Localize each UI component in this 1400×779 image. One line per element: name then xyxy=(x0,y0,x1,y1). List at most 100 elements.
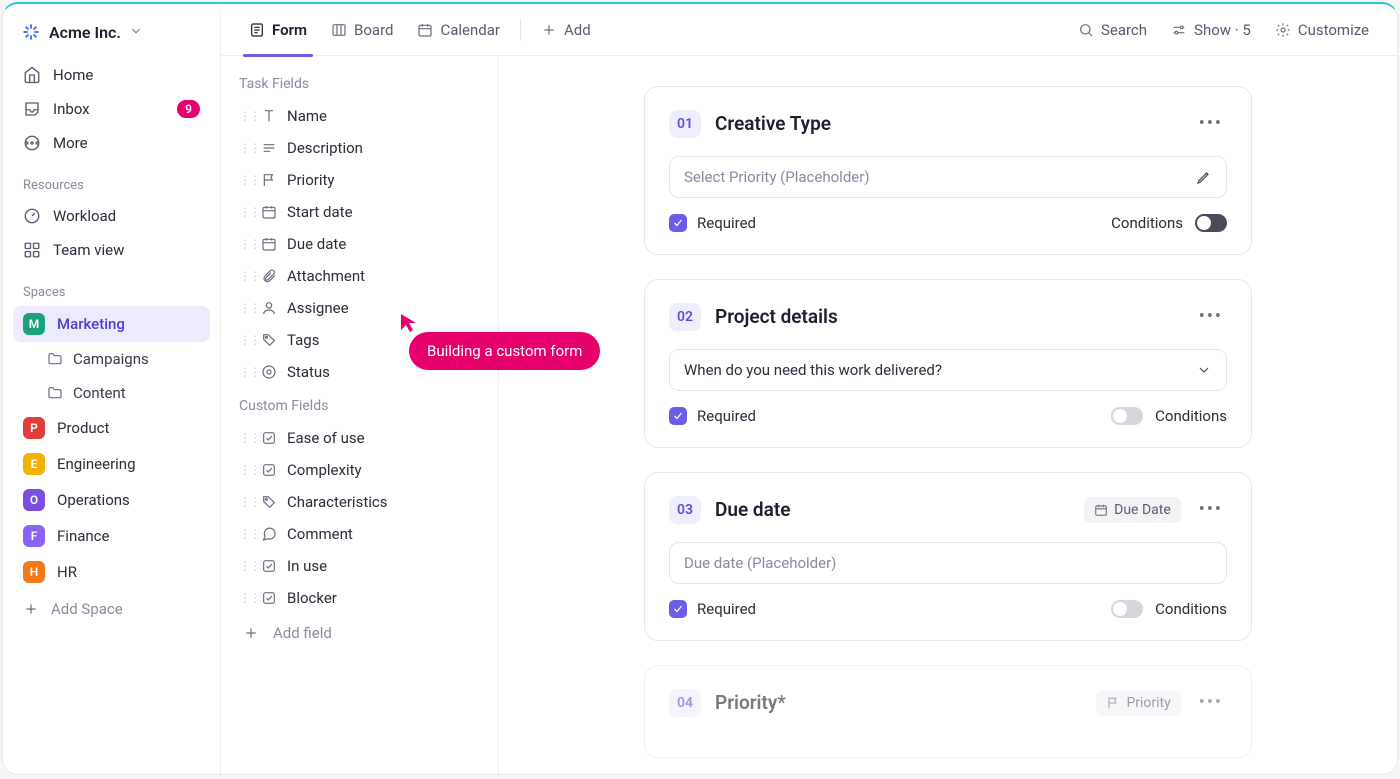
conditions-toggle[interactable] xyxy=(1195,214,1227,232)
tab-form[interactable]: Form xyxy=(239,4,317,56)
form-question-card[interactable]: 04 Priority* Priority ••• xyxy=(644,665,1252,758)
field-label: Blocker xyxy=(287,589,337,607)
nav-teamview[interactable]: Team view xyxy=(13,233,210,267)
nav-workload[interactable]: Workload xyxy=(13,199,210,233)
conditions-toggle[interactable] xyxy=(1111,600,1143,618)
drag-handle-icon[interactable]: ⋮⋮ xyxy=(239,365,251,379)
workspace-switcher[interactable]: Acme Inc. xyxy=(13,18,210,58)
space-badge: O xyxy=(23,489,45,511)
question-number: 04 xyxy=(669,689,701,717)
question-input[interactable]: Select Priority (Placeholder) xyxy=(669,156,1227,198)
fields-panel: Task Fields ⋮⋮ Name ⋮⋮ Description ⋮⋮ Pr… xyxy=(221,56,499,774)
form-question-card[interactable]: 03 Due date Due Date ••• Due date (Place… xyxy=(644,472,1252,641)
field-item[interactable]: ⋮⋮ Name xyxy=(229,100,490,132)
show-button[interactable]: Show · 5 xyxy=(1161,15,1261,45)
nav-home[interactable]: Home xyxy=(13,58,210,92)
field-type-icon xyxy=(261,526,277,542)
conditions-toggle[interactable] xyxy=(1111,407,1143,425)
add-view-button[interactable]: Add xyxy=(531,15,601,45)
field-item[interactable]: ⋮⋮ Complexity xyxy=(229,454,490,486)
field-item[interactable]: ⋮⋮ Tags xyxy=(229,324,490,356)
drag-handle-icon[interactable]: ⋮⋮ xyxy=(239,301,251,315)
pencil-icon[interactable] xyxy=(1196,169,1212,185)
field-item[interactable]: ⋮⋮ Due date xyxy=(229,228,490,260)
question-number: 03 xyxy=(669,496,701,524)
space-child[interactable]: Content xyxy=(13,376,210,410)
space-item[interactable]: F Finance xyxy=(13,518,210,554)
tab-calendar[interactable]: Calendar xyxy=(407,4,510,56)
more-icon xyxy=(23,134,41,152)
space-item[interactable]: E Engineering xyxy=(13,446,210,482)
required-checkbox[interactable] xyxy=(669,214,687,232)
tab-label: Form xyxy=(272,21,307,39)
question-title: Due date xyxy=(715,498,1070,521)
space-badge: E xyxy=(23,453,45,475)
space-label: Finance xyxy=(57,527,109,545)
gear-icon xyxy=(1275,22,1291,38)
field-item[interactable]: ⋮⋮ Characteristics xyxy=(229,486,490,518)
field-label: Ease of use xyxy=(287,429,365,447)
space-item[interactable]: M Marketing xyxy=(13,306,210,342)
space-item[interactable]: O Operations xyxy=(13,482,210,518)
field-item[interactable]: ⋮⋮ Start date xyxy=(229,196,490,228)
drag-handle-icon[interactable]: ⋮⋮ xyxy=(239,237,251,251)
content: Task Fields ⋮⋮ Name ⋮⋮ Description ⋮⋮ Pr… xyxy=(221,56,1397,774)
nav-label: Home xyxy=(53,66,93,84)
drag-handle-icon[interactable]: ⋮⋮ xyxy=(239,495,251,509)
field-label: Assignee xyxy=(287,299,349,317)
drag-handle-icon[interactable]: ⋮⋮ xyxy=(239,269,251,283)
field-item[interactable]: ⋮⋮ Attachment xyxy=(229,260,490,292)
question-input[interactable]: When do you need this work delivered? xyxy=(669,349,1227,391)
drag-handle-icon[interactable]: ⋮⋮ xyxy=(239,205,251,219)
drag-handle-icon[interactable]: ⋮⋮ xyxy=(239,463,251,477)
field-item[interactable]: ⋮⋮ Blocker xyxy=(229,582,490,614)
drag-handle-icon[interactable]: ⋮⋮ xyxy=(239,431,251,445)
field-type-icon xyxy=(261,590,277,606)
drag-handle-icon[interactable]: ⋮⋮ xyxy=(239,333,251,347)
card-more-button[interactable]: ••• xyxy=(1195,109,1227,138)
space-item[interactable]: H HR xyxy=(13,554,210,590)
chevron-down-icon[interactable] xyxy=(1196,362,1212,378)
nav-label: Workload xyxy=(53,207,116,225)
field-type-icon xyxy=(261,332,277,348)
space-child[interactable]: Campaigns xyxy=(13,342,210,376)
field-item[interactable]: ⋮⋮ In use xyxy=(229,550,490,582)
drag-handle-icon[interactable]: ⋮⋮ xyxy=(239,141,251,155)
section-resources: Resources xyxy=(13,160,210,199)
required-checkbox[interactable] xyxy=(669,407,687,425)
search-button[interactable]: Search xyxy=(1068,15,1157,45)
card-more-button[interactable]: ••• xyxy=(1195,495,1227,524)
add-space-button[interactable]: Add Space xyxy=(13,590,210,628)
field-item[interactable]: ⋮⋮ Comment xyxy=(229,518,490,550)
child-label: Content xyxy=(73,384,126,402)
nav-label: Inbox xyxy=(53,100,90,118)
field-item[interactable]: ⋮⋮ Description xyxy=(229,132,490,164)
field-item[interactable]: ⋮⋮ Assignee xyxy=(229,292,490,324)
field-item[interactable]: ⋮⋮ Ease of use xyxy=(229,422,490,454)
customize-button[interactable]: Customize xyxy=(1265,15,1379,45)
drag-handle-icon[interactable]: ⋮⋮ xyxy=(239,109,251,123)
drag-handle-icon[interactable]: ⋮⋮ xyxy=(239,173,251,187)
tab-board[interactable]: Board xyxy=(321,4,403,56)
form-question-card[interactable]: 01 Creative Type••• Select Priority (Pla… xyxy=(644,86,1252,255)
add-field-button[interactable]: Add field xyxy=(229,614,490,652)
required-checkbox[interactable] xyxy=(669,600,687,618)
field-item[interactable]: ⋮⋮ Status xyxy=(229,356,490,388)
question-input[interactable]: Due date (Placeholder) xyxy=(669,542,1227,584)
sliders-icon xyxy=(1171,22,1187,38)
nav-inbox[interactable]: Inbox 9 xyxy=(13,92,210,126)
space-item[interactable]: P Product xyxy=(13,410,210,446)
field-type-icon xyxy=(261,462,277,478)
card-more-button[interactable]: ••• xyxy=(1195,688,1227,717)
form-canvas[interactable]: 01 Creative Type••• Select Priority (Pla… xyxy=(499,56,1397,774)
conditions-label: Conditions xyxy=(1155,600,1227,618)
field-item[interactable]: ⋮⋮ Priority xyxy=(229,164,490,196)
drag-handle-icon[interactable]: ⋮⋮ xyxy=(239,527,251,541)
sidebar: Acme Inc. Home Inbox 9 More Resources Wo… xyxy=(3,4,221,774)
drag-handle-icon[interactable]: ⋮⋮ xyxy=(239,559,251,573)
field-label: Start date xyxy=(287,203,353,221)
nav-more[interactable]: More xyxy=(13,126,210,160)
drag-handle-icon[interactable]: ⋮⋮ xyxy=(239,591,251,605)
card-more-button[interactable]: ••• xyxy=(1195,302,1227,331)
form-question-card[interactable]: 02 Project details••• When do you need t… xyxy=(644,279,1252,448)
